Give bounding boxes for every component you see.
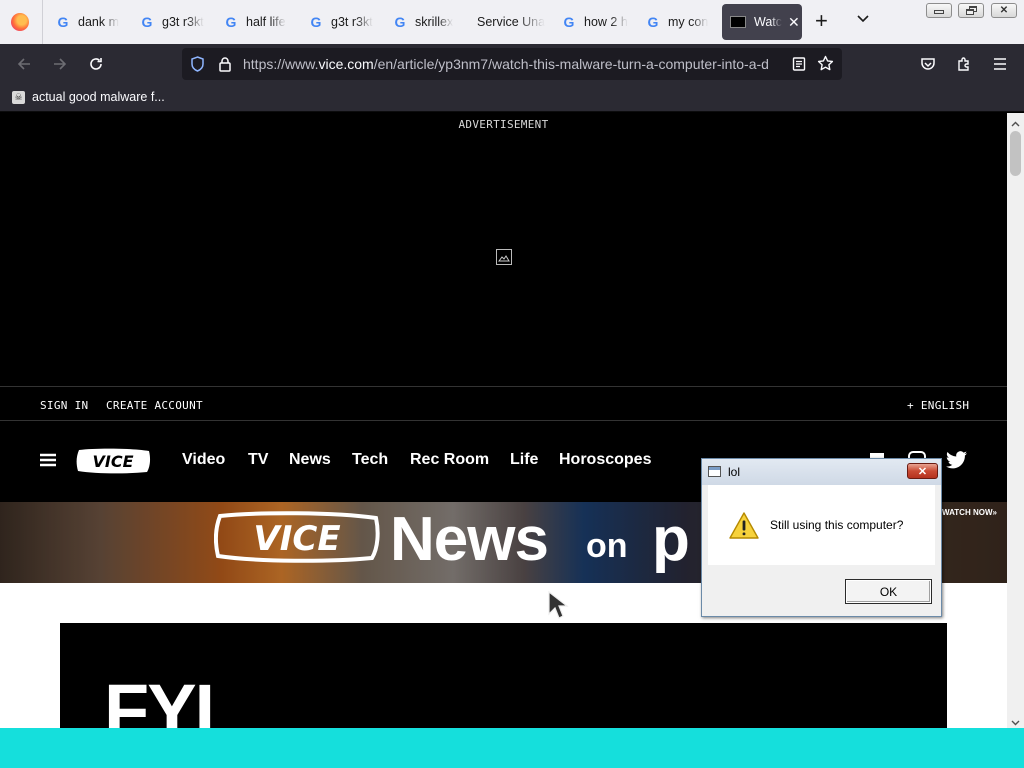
firefox-icon[interactable] [11,13,29,31]
nav-bar: https://www.vice.com/en/article/yp3nm7/w… [0,44,1024,84]
tab-label: how 2 h [584,15,628,29]
dialog-body: Still using this computer? [708,485,935,565]
tab-1[interactable]: G dank m [56,4,128,40]
url-prefix: https://www. [243,56,319,72]
google-icon: G [310,14,322,30]
nav-video[interactable]: Video [182,451,225,469]
reload-icon[interactable] [82,44,110,84]
warning-icon [728,511,760,545]
nav-tech[interactable]: Tech [352,451,388,469]
tab-8[interactable]: G my con [646,4,718,40]
vice-icon [730,16,746,28]
tab-label: half life [246,15,286,29]
list-tabs-icon[interactable] [856,12,870,26]
tab-label: Service Una [477,15,546,29]
url-host: vice.com [318,56,374,72]
menu-icon[interactable] [986,44,1014,84]
banner-vice-text: VICE [253,519,340,559]
google-icon: G [225,14,237,30]
tab-divider [42,0,43,44]
dialog-close-button[interactable]: ✕ [907,463,938,479]
dialog-titlebar[interactable]: lol ✕ [702,459,941,485]
bookmark-star-icon[interactable] [817,55,834,77]
tab-label: g3t r3kt [162,15,204,29]
banner-news-text: News [390,505,549,574]
extensions-icon[interactable] [950,44,978,84]
ok-button[interactable]: OK [845,579,932,604]
bookmarks-toolbar: ☠ actual good malware f... [0,84,1024,112]
tab-strip: G dank m G g3t r3kt G half life G g3t r3… [0,0,1024,44]
restore-button[interactable] [958,3,984,18]
url-path: /en/article/yp3nm7/watch-this-malware-tu… [373,56,769,72]
banner-on-text: on [586,527,628,565]
bookmark-label: actual good malware f... [32,90,165,104]
reader-view-icon[interactable] [792,57,806,76]
banner-watch-now[interactable]: WATCH NOW» [942,508,997,517]
tab-label: Watc [754,15,782,29]
article-hero: FYI [60,623,947,728]
close-icon: ✕ [999,5,1009,16]
taskbar [0,728,1024,768]
web-page: ADVERTISEMENT SIGN IN CREATE ACCOUNT + E… [0,113,1007,728]
dialog-title: lol [728,465,741,479]
pocket-icon[interactable] [914,44,942,84]
tab-label: dank m [78,15,119,29]
tracking-protection-icon[interactable] [190,56,205,77]
vice-logo-text: VICE [92,452,133,471]
nav-horoscopes[interactable]: Horoscopes [559,451,651,469]
lock-icon[interactable] [218,56,232,77]
tab-6[interactable]: Service Una [477,4,549,40]
vice-logo[interactable]: VICE [75,447,152,475]
ad-label: ADVERTISEMENT [458,118,549,131]
url-bar[interactable]: https://www.vice.com/en/article/yp3nm7/w… [182,48,842,80]
mouse-cursor-icon [547,590,571,625]
tab-active[interactable]: Watc ✕ [722,4,802,40]
nav-life[interactable]: Life [510,451,538,469]
broken-image-icon [496,249,512,265]
google-icon: G [647,14,659,30]
hamburger-icon[interactable] [40,453,56,472]
page-scrollbar[interactable] [1007,113,1024,728]
close-window-button[interactable]: ✕ [991,3,1017,18]
google-icon: G [141,14,153,30]
language-selector[interactable]: + ENGLISH [907,399,969,412]
scroll-thumb[interactable] [1010,131,1021,176]
bookmark-favicon-icon: ☠ [12,90,25,104]
message-dialog: lol ✕ Still using this computer? OK [701,458,942,617]
google-icon: G [57,14,69,30]
bookmark-item[interactable]: ☠ actual good malware f... [12,90,165,104]
close-icon: ✕ [917,465,928,478]
banner-rest-text: p [652,505,690,574]
google-icon: G [563,14,575,30]
tab-label: my con [668,15,709,29]
forward-icon[interactable] [46,44,74,84]
google-icon: G [394,14,406,30]
banner-vice-logo: VICE [213,510,380,564]
tab-2[interactable]: G g3t r3kt [140,4,212,40]
create-account-link[interactable]: CREATE ACCOUNT [106,399,203,412]
back-icon[interactable] [10,44,38,84]
tab-label: g3t r3kt [331,15,373,29]
url-text[interactable]: https://www.vice.com/en/article/yp3nm7/w… [243,56,783,72]
tab-3[interactable]: G half life [224,4,296,40]
dialog-message: Still using this computer? [770,518,904,532]
sign-in-link[interactable]: SIGN IN [40,399,88,412]
tab-label: skrillex [415,15,454,29]
minimize-button[interactable] [926,3,952,18]
new-tab-icon[interactable]: + [815,10,828,32]
tab-5[interactable]: G skrillex [393,4,465,40]
tab-7[interactable]: G how 2 h [562,4,634,40]
article-heading: FYI [104,669,215,729]
account-bar: SIGN IN CREATE ACCOUNT + ENGLISH [0,386,1007,421]
restore-icon [965,6,977,15]
nav-news[interactable]: News [289,451,331,469]
twitter-icon[interactable] [946,451,968,474]
dialog-window-icon [708,466,721,477]
minimize-icon [934,10,944,14]
close-tab-icon[interactable]: ✕ [788,14,800,31]
tab-4[interactable]: G g3t r3kt [309,4,381,40]
nav-tv[interactable]: TV [248,451,268,469]
nav-rec-room[interactable]: Rec Room [410,451,489,469]
